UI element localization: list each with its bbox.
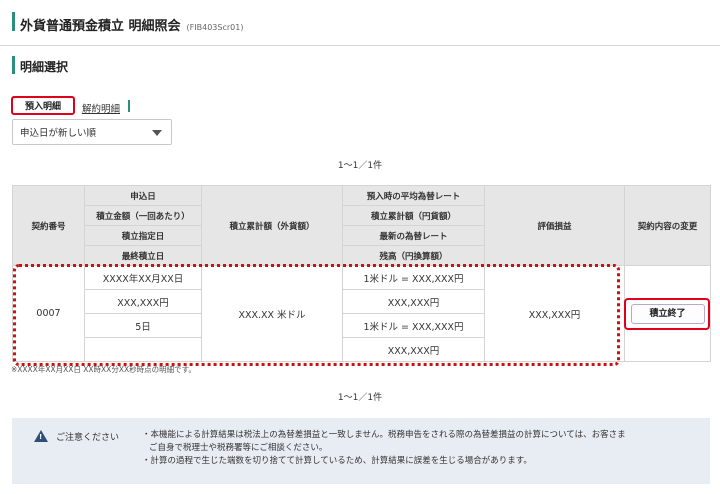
page-header: 外貨普通預金積立 明細照会 (FIB403Scr01) [0,0,720,46]
cell-contract-change: 積立終了 [624,265,711,362]
cell-avg-rate: 1米ドル = XXX,XXX円 [342,265,485,290]
cell-balance-jpy: XXX,XXX円 [342,337,485,362]
end-savings-button[interactable]: 積立終了 [630,303,705,324]
tab-deposit-details[interactable]: 預入明細 [11,96,75,115]
cell-amount-per: XXX,XXX円 [84,289,202,314]
tab-separator [128,100,130,112]
cell-contract-no: 0007 [12,265,85,362]
section-accent-bar [12,56,15,74]
caution-line-3: ・計算の過程で生じた端数を切り捨てて計算しているため、計算結果に誤差を生じる場合… [142,456,532,466]
title-accent-bar [12,12,15,31]
pagination-count-bottom: 1〜1／1件 [337,393,383,403]
header-latest-rate: 最新の為替レート [342,225,485,246]
caution-label: ご注意ください [56,433,120,443]
header-last-date: 最終積立日 [84,245,202,266]
header-contract-no: 契約番号 [12,185,85,266]
header-total-foreign: 積立累計額（外貨額） [201,185,343,266]
cell-total-jpy: XXX,XXX円 [342,289,485,314]
table-row: 0007 XXXX年XX月XX日 XXX.XX 米ドル 1米ドル = XXX,X… [12,265,711,362]
caution-line-1: ・本機能による計算結果は税法上の為替差損益と一致しません。税務申告をされる際の為… [142,430,626,440]
sort-order-select[interactable]: 申込日が新しい順 [12,119,172,145]
sort-order-value: 申込日が新しい順 [20,128,97,139]
caution-box: ! ご注意ください ・本機能による計算結果は税法上の為替差損益と一致しません。税… [12,418,710,484]
cell-designated-day: 5日 [84,313,202,338]
timestamp-note: ※XXXX年XX月XX日 XX時XX分XX秒時点の明細です。 [11,365,196,374]
section-title: 明細選択 [20,60,69,74]
pagination-count-top: 1〜1／1件 [337,161,383,171]
screen-code: (FIB403Scr01) [186,23,244,32]
header-designated-day: 積立指定日 [84,225,202,246]
header-apply-date: 申込日 [84,185,202,206]
cell-apply-date: XXXX年XX月XX日 [84,265,202,290]
header-balance-jpy: 残高（円換算額） [342,245,485,266]
caution-text: ・本機能による計算結果は税法上の為替差損益と一致しません。税務申告をされる際の為… [142,429,702,468]
deposit-details-table: 契約番号 申込日 積立累計額（外貨額） 預入時の平均為替レート 評価損益 契約内… [12,185,711,362]
header-amount-per: 積立金額（一回あたり） [84,205,202,226]
cell-total-foreign: XXX.XX 米ドル [201,265,343,362]
cell-pnl: XXX,XXX円 [484,265,625,362]
header-total-jpy: 積立累計額（円貨額） [342,205,485,226]
page-title-text: 外貨普通預金積立 明細照会 [20,19,181,34]
header-avg-rate: 預入時の平均為替レート [342,185,485,206]
caution-line-2: ご自身で税理士や税務署等にご相談ください。 [149,443,328,453]
header-pnl: 評価損益 [484,185,625,266]
cell-last-date [84,337,202,362]
header-contract-change: 契約内容の変更 [624,185,711,266]
cell-latest-rate: 1米ドル = XXX,XXX円 [342,313,485,338]
chevron-down-icon [152,130,162,136]
page-title: 外貨普通預金積立 明細照会 (FIB403Scr01) [20,15,243,34]
warning-icon-mark: ! [39,433,43,441]
tab-cancellation-details[interactable]: 解約明細 [82,101,120,115]
